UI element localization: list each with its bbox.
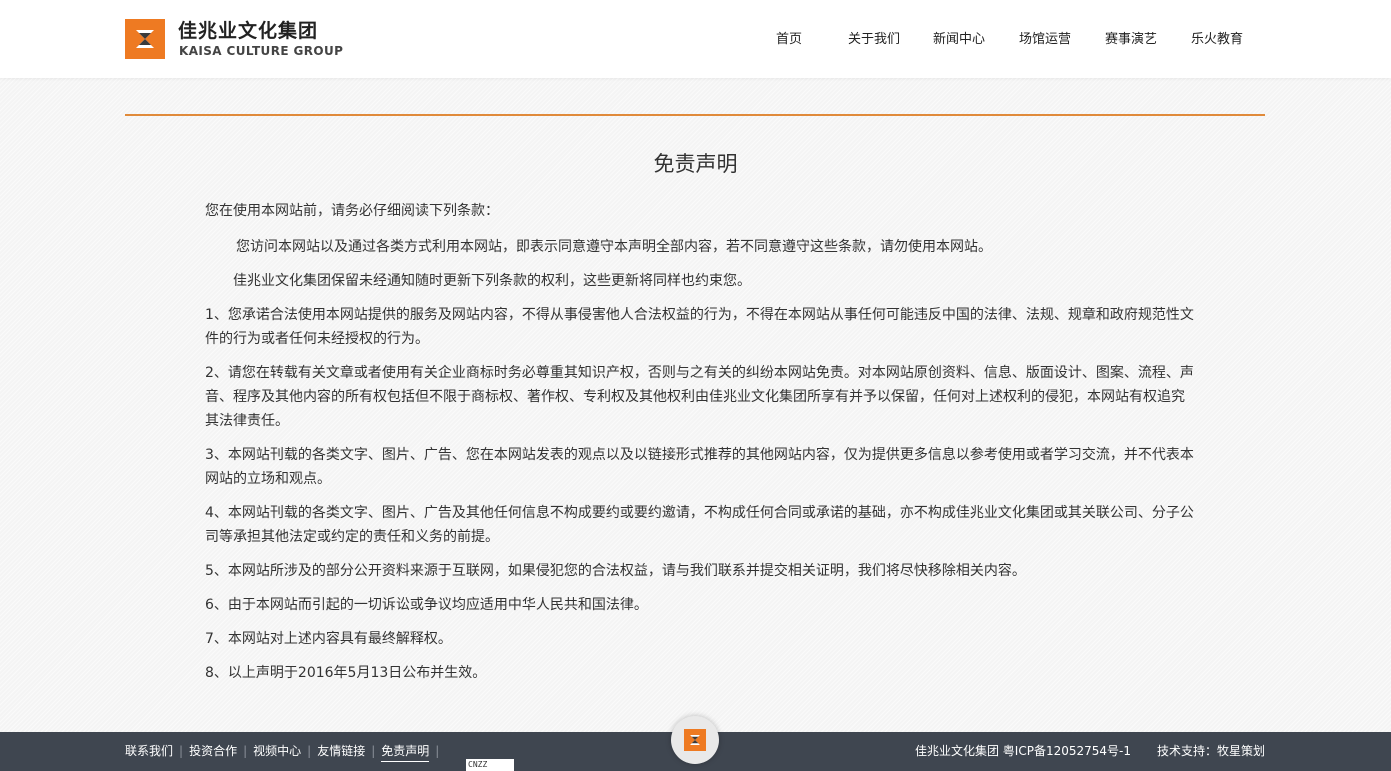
disclaimer-content: 您在使用本网站前，请务必仔细阅读下列条款： 您访问本网站以及通过各类方式利用本网… [205, 199, 1195, 685]
footer-link-contact[interactable]: 联系我们 [125, 744, 173, 758]
footer-right: 佳兆业文化集团 粤ICP备12052754号-1 技术支持：牧星策划 [889, 742, 1265, 760]
footer-link-disclaimer[interactable]: 免责声明 [381, 744, 430, 762]
footer-links: 联系我们 | 投资合作 | 视频中心 | 友情链接 | 免责声明 | [125, 742, 445, 762]
page-title: 免责声明 [653, 152, 738, 176]
nav-item-about[interactable]: 关于我们 [848, 31, 900, 49]
clause-item: 5、本网站所涉及的部分公开资料来源于互联网，如果侵犯您的合法权益，请与我们联系并… [205, 563, 1026, 579]
clause-item: 6、由于本网站而引起的一切诉讼或争议均应适用中华人民共和国法律。 [205, 597, 648, 613]
clause-item: 4、本网站刊载的各类文字、图片、广告及其他任何信息不构成要约或要约邀请，不构成任… [205, 505, 1194, 545]
clause-item: 2、请您在转载有关文章或者使用有关企业商标时务必尊重其知识产权，否则与之有关的纠… [205, 365, 1194, 429]
footer-separator: | [371, 744, 376, 758]
intro-text: 您在使用本网站前，请务必仔细阅读下列条款： [205, 203, 499, 219]
footer-link-investment[interactable]: 投资合作 [189, 744, 237, 758]
back-to-top-button[interactable] [671, 716, 719, 764]
clause-item: 3、本网站刊载的各类文字、图片、广告、您在本网站发表的观点以及以链接形式推荐的其… [205, 447, 1194, 487]
nav-item-education[interactable]: 乐火教育 [1191, 31, 1243, 49]
site-header: 佳兆业文化集团 KAISA CULTURE GROUP 首页 关于我们 新闻中心… [0, 0, 1391, 78]
nav-item-events[interactable]: 赛事演艺 [1105, 31, 1157, 49]
cnzz-badge[interactable]: CNZZ [466, 759, 514, 771]
clause-item: 7、本网站对上述内容具有最终解释权。 [205, 631, 452, 647]
footer-separator: | [435, 744, 440, 758]
brand-logo[interactable]: 佳兆业文化集团 KAISA CULTURE GROUP [125, 19, 355, 59]
footer-link-friends[interactable]: 友情链接 [317, 744, 365, 758]
logo-mark-icon [125, 19, 165, 59]
icp-text: 佳兆业文化集团 粤ICP备12052754号-1 [914, 744, 1131, 758]
nav-item-home[interactable]: 首页 [776, 31, 802, 49]
clause-item: 1、您承诺合法使用本网站提供的服务及网站内容，不得从事侵害他人合法权益的行为，不… [205, 307, 1194, 347]
nav-item-news[interactable]: 新闻中心 [933, 31, 985, 49]
logo-mark-icon [684, 729, 706, 751]
footer-separator: | [307, 744, 312, 758]
nav-item-venues[interactable]: 场馆运营 [1019, 31, 1071, 49]
footer-link-video[interactable]: 视频中心 [253, 744, 301, 758]
paragraph: 佳兆业文化集团保留未经通知随时更新下列条款的权利，这些更新将同样也约束您。 [233, 273, 751, 289]
brand-name-en: KAISA CULTURE GROUP [179, 44, 344, 58]
tech-support-text: 技术支持：牧星策划 [1156, 744, 1265, 758]
paragraph: 您访问本网站以及通过各类方式利用本网站，即表示同意遵守本声明全部内容，若不同意遵… [236, 239, 992, 255]
footer-separator: | [243, 744, 248, 758]
section-divider [125, 114, 1265, 116]
clause-item: 8、以上声明于2016年5月13日公布并生效。 [205, 665, 487, 681]
footer-separator: | [179, 744, 184, 758]
brand-name-cn: 佳兆业文化集团 [178, 20, 319, 42]
